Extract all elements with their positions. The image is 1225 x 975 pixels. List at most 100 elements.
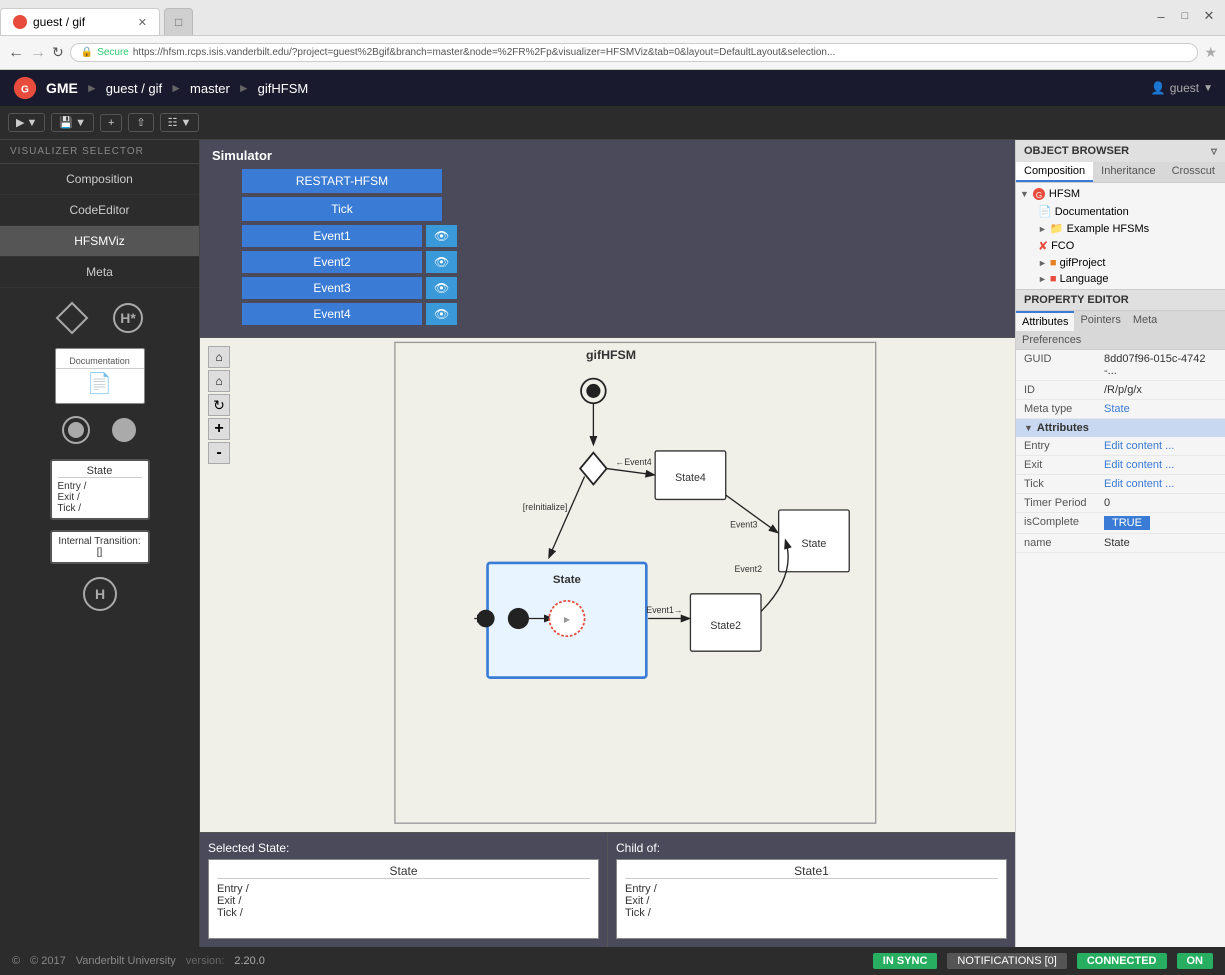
sidebar-item-codeeditor[interactable]: CodeEditor bbox=[0, 195, 199, 226]
window-maximize-icon[interactable]: □ bbox=[1177, 8, 1193, 24]
left-sidebar: VISUALIZER SELECTOR Composition CodeEdit… bbox=[0, 140, 200, 947]
sidebar-item-composition[interactable]: Composition bbox=[0, 164, 199, 195]
tree-item-documentation[interactable]: 📄 Documentation bbox=[1016, 203, 1225, 220]
prop-row-exit: Exit Edit content ... bbox=[1016, 456, 1225, 475]
prop-tab-attributes[interactable]: Attributes bbox=[1016, 311, 1074, 331]
forward-button[interactable]: → bbox=[30, 44, 46, 62]
gme-username[interactable]: guest bbox=[1170, 81, 1199, 95]
prop-tab-pointers[interactable]: Pointers bbox=[1074, 311, 1126, 331]
tree-item-fco[interactable]: ✘ FCO bbox=[1016, 237, 1225, 255]
selected-state-and-child: Selected State: State Entry / Exit / Tic… bbox=[200, 832, 1015, 947]
prop-val-entry[interactable]: Edit content ... bbox=[1104, 440, 1217, 452]
tab-close-icon[interactable]: ✕ bbox=[138, 16, 147, 29]
tree-expand-hfsm: ▼ bbox=[1020, 189, 1029, 199]
svg-text:State: State bbox=[553, 574, 581, 586]
sidebar-item-hfsmviz[interactable]: HFSMViz bbox=[0, 226, 199, 257]
restart-hfsm-button[interactable]: RESTART-HFSM bbox=[242, 169, 442, 193]
back-button[interactable]: ← bbox=[8, 44, 24, 62]
event4-row: Event4 👁 bbox=[242, 303, 1003, 325]
ob-tab-crosscut[interactable]: Crosscut bbox=[1164, 162, 1223, 182]
palette-internal-transition-item[interactable]: Internal Transition: [] bbox=[8, 530, 191, 564]
gme-project[interactable]: guest / gif bbox=[106, 81, 162, 96]
svg-text:State2: State2 bbox=[710, 620, 741, 632]
center-panel: Simulator RESTART-HFSM Tick Event1 👁 Eve… bbox=[200, 140, 1015, 947]
on-badge[interactable]: ON bbox=[1177, 953, 1214, 969]
event3-row: Event3 👁 bbox=[242, 277, 1003, 299]
event1-eye-button[interactable]: 👁 bbox=[426, 225, 457, 247]
prop-val-exit[interactable]: Edit content ... bbox=[1104, 459, 1217, 471]
palette-icons-row1: H* bbox=[52, 298, 148, 338]
tree-item-hfsm[interactable]: ▼ G HFSM bbox=[1016, 185, 1225, 203]
object-browser-tabs: Composition Inheritance Crosscut bbox=[1016, 162, 1225, 183]
layout-button[interactable]: ☷ ▼ bbox=[160, 113, 200, 132]
active-browser-tab[interactable]: guest / gif ✕ bbox=[0, 8, 160, 35]
tree-item-gif-project[interactable]: ► ■ gifProject bbox=[1016, 255, 1225, 271]
palette-area: H* Documentation 📄 bbox=[0, 288, 199, 947]
prop-key-name: name bbox=[1024, 537, 1100, 549]
in-sync-badge[interactable]: IN SYNC bbox=[873, 953, 938, 969]
play-button[interactable]: ▶ ▼ bbox=[8, 113, 45, 132]
prop-val-iscomplete-badge[interactable]: TRUE bbox=[1104, 516, 1150, 530]
event2-eye-button[interactable]: 👁 bbox=[426, 251, 457, 273]
tree-item-example-hfsms[interactable]: ► 📁 Example HFSMs bbox=[1016, 220, 1225, 237]
notifications-badge[interactable]: NOTIFICATIONS [0] bbox=[947, 953, 1066, 969]
attributes-section-header[interactable]: ▼ Attributes bbox=[1016, 419, 1225, 437]
attributes-section-label: Attributes bbox=[1037, 422, 1089, 434]
svg-text:H*: H* bbox=[120, 310, 136, 326]
prop-val-name: State bbox=[1104, 537, 1217, 549]
property-editor-header: PROPERTY EDITOR bbox=[1016, 290, 1225, 311]
tree-expand-lang: ► bbox=[1038, 274, 1047, 284]
palette-end-state-icon[interactable] bbox=[108, 414, 140, 449]
ob-tab-inheritance[interactable]: Inheritance bbox=[1093, 162, 1163, 182]
fit-canvas-button[interactable]: ⌂ bbox=[208, 346, 230, 368]
tick-button[interactable]: Tick bbox=[242, 197, 442, 221]
window-close-icon[interactable]: ✕ bbox=[1201, 8, 1217, 24]
svg-text:Event1→: Event1→ bbox=[646, 605, 682, 615]
event1-button[interactable]: Event1 bbox=[242, 225, 422, 247]
inactive-tab[interactable]: □ bbox=[164, 8, 193, 35]
tree-item-language[interactable]: ► ■ Language bbox=[1016, 271, 1225, 287]
sidebar-item-meta[interactable]: Meta bbox=[0, 257, 199, 288]
save-button[interactable]: 💾 ▼ bbox=[51, 113, 94, 132]
palette-history-icon[interactable]: H* bbox=[108, 298, 148, 338]
prop-val-tick[interactable]: Edit content ... bbox=[1104, 478, 1217, 490]
gme-user-area: 👤 guest ▼ bbox=[1151, 81, 1213, 95]
svg-text:Event2: Event2 bbox=[735, 564, 763, 574]
property-editor-section: PROPERTY EDITOR Attributes Pointers Meta… bbox=[1016, 290, 1225, 947]
event3-eye-button[interactable]: 👁 bbox=[426, 277, 457, 299]
filter-icon[interactable]: ▿ bbox=[1211, 144, 1217, 158]
prop-tab-preferences[interactable]: Preferences bbox=[1016, 331, 1087, 349]
address-bar[interactable]: 🔒 Secure https://hfsm.rcps.isis.vanderbi… bbox=[70, 43, 1199, 62]
tree-view: ▼ G HFSM 📄 Documentation ► 📁 Example HFS… bbox=[1016, 183, 1225, 289]
add-button[interactable]: + bbox=[100, 114, 122, 132]
ob-tab-composition[interactable]: Composition bbox=[1016, 162, 1093, 182]
home-button[interactable]: ⌂ bbox=[208, 370, 230, 392]
prop-row-timer-period: Timer Period 0 bbox=[1016, 494, 1225, 513]
event4-eye-button[interactable]: 👁 bbox=[426, 303, 457, 325]
palette-diamond-icon[interactable] bbox=[52, 298, 92, 338]
upload-button[interactable]: ⇧ bbox=[128, 113, 153, 132]
user-dropdown-icon[interactable]: ▼ bbox=[1203, 83, 1213, 94]
event4-button[interactable]: Event4 bbox=[242, 303, 422, 325]
reload-button[interactable]: ↻ bbox=[52, 44, 64, 61]
event3-button[interactable]: Event3 bbox=[242, 277, 422, 299]
palette-state-item[interactable]: State Entry / Exit / Tick / bbox=[8, 459, 191, 520]
prop-tab-meta[interactable]: Meta bbox=[1127, 311, 1163, 331]
zoom-in-button[interactable]: + bbox=[208, 418, 230, 440]
play-dropdown-icon: ▼ bbox=[26, 117, 37, 129]
zoom-out-button[interactable]: - bbox=[208, 442, 230, 464]
window-minimize-icon[interactable]: – bbox=[1153, 8, 1169, 24]
bookmark-icon[interactable]: ★ bbox=[1204, 44, 1217, 61]
gme-node[interactable]: gifHFSM bbox=[258, 81, 309, 96]
refresh-layout-button[interactable]: ↻ bbox=[208, 394, 230, 416]
palette-documentation-item[interactable]: Documentation 📄 bbox=[55, 348, 145, 404]
copyright-symbol: © bbox=[12, 955, 20, 967]
selected-state-tick: Tick / bbox=[217, 907, 590, 919]
event2-button[interactable]: Event2 bbox=[242, 251, 422, 273]
svg-text:[reInitialize]: [reInitialize] bbox=[523, 502, 568, 512]
version-number: 2.20.0 bbox=[234, 955, 265, 967]
palette-initial-state-icon[interactable] bbox=[60, 414, 92, 449]
prop-val-meta-type[interactable]: State bbox=[1104, 403, 1217, 415]
gme-branch[interactable]: master bbox=[190, 81, 230, 96]
palette-history-deep-item[interactable]: H bbox=[80, 574, 120, 617]
